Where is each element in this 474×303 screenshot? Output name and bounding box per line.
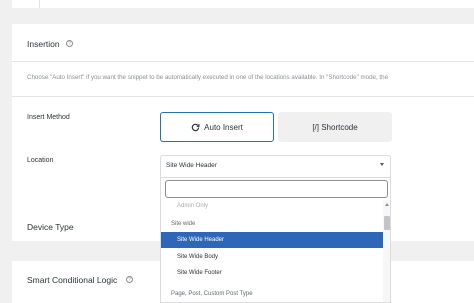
dropdown-scrollbar[interactable]: [383, 200, 390, 302]
scroll-up-icon[interactable]: [385, 203, 389, 206]
refresh-icon: [191, 123, 200, 131]
help-icon[interactable]: ?: [66, 40, 73, 47]
location-selected-value: Site Wide Header: [166, 162, 217, 169]
location-select[interactable]: Site Wide Header: [160, 155, 391, 178]
insertion-description: Choose "Auto Insert" if you want the sni…: [27, 74, 389, 81]
auto-insert-label: Auto Insert: [204, 122, 243, 132]
top-panel: [12, 0, 474, 8]
device-type-panel-right: [391, 210, 474, 241]
smart-logic-panel-right: [391, 261, 474, 303]
smart-logic-title: Smart Conditional Logic ?: [27, 275, 133, 285]
insertion-title: Insertion ?: [27, 39, 73, 49]
auto-insert-button[interactable]: Auto Insert: [160, 112, 274, 142]
location-search-input[interactable]: [165, 180, 388, 198]
device-type-title: Device Type: [27, 222, 74, 232]
location-label: Location: [27, 157, 54, 164]
shortcode-label: [/] Shortcode: [312, 122, 358, 132]
help-icon[interactable]: ?: [126, 276, 133, 283]
insertion-divider: [12, 61, 474, 62]
option-site-wide-body[interactable]: Site Wide Body: [161, 249, 383, 265]
scrollbar-thumb[interactable]: [384, 216, 390, 230]
location-dropdown: Admin Only Site wide Site Wide Header Si…: [160, 178, 391, 303]
dropdown-options: Admin Only Site wide Site Wide Header Si…: [161, 198, 383, 302]
insert-method-label: Insert Method: [27, 114, 70, 121]
group-page-post-custom: Page, Post, Custom Post Type: [171, 291, 253, 297]
shortcode-button[interactable]: [/] Shortcode: [278, 112, 392, 142]
option-site-wide-footer[interactable]: Site Wide Footer: [161, 265, 383, 281]
group-site-wide: Site wide: [171, 221, 196, 227]
option-site-wide-header[interactable]: Site Wide Header: [161, 232, 383, 248]
description-divider: [12, 96, 474, 97]
top-panel-divider: [39, 0, 40, 8]
chevron-down-icon: [380, 163, 384, 166]
option-admin-only[interactable]: Admin Only: [161, 198, 383, 214]
